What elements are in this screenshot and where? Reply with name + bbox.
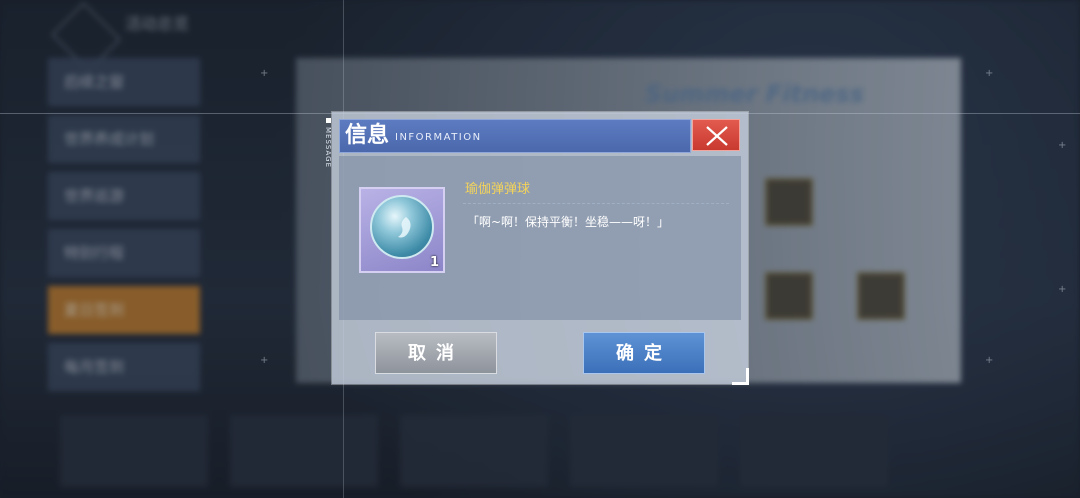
dialog-header: 信息 INFORMATION [339, 119, 691, 153]
item-slot: 1 [359, 187, 445, 273]
dialog-title-en: INFORMATION [395, 132, 482, 143]
dialog-content: 1 瑜伽弹弹球 「啊~啊！保持平衡！坐稳——呀！」 [339, 156, 741, 320]
side-tag-square-icon [325, 118, 331, 123]
content-divider [463, 203, 729, 204]
yoga-ball-icon [370, 195, 434, 259]
plus-marker: + [1058, 140, 1067, 151]
close-button[interactable] [692, 119, 740, 151]
plus-marker: + [260, 68, 269, 79]
ball-swirl-icon [398, 217, 411, 238]
plus-marker: + [985, 68, 994, 79]
item-description: 「啊~啊！保持平衡！坐稳——呀！」 [467, 215, 670, 229]
plus-marker: + [985, 355, 994, 366]
dialog-title: 信息 [345, 123, 390, 148]
plus-marker: + [1058, 284, 1067, 295]
item-count: 1 [429, 255, 439, 270]
dialog-side-tag: MESSAGE [320, 118, 332, 168]
dialog-corner-mark [732, 368, 749, 385]
close-icon [706, 126, 728, 146]
side-tag-label: MESSAGE [324, 127, 332, 168]
item-info-dialog: MESSAGE 信息 INFORMATION 1 瑜伽弹弹球 「啊~啊！保持平衡… [324, 112, 748, 384]
item-name: 瑜伽弹弹球 [465, 182, 531, 197]
plus-marker: + [260, 355, 269, 366]
confirm-button[interactable]: 确定 [583, 332, 705, 374]
cancel-button[interactable]: 取消 [375, 332, 497, 374]
